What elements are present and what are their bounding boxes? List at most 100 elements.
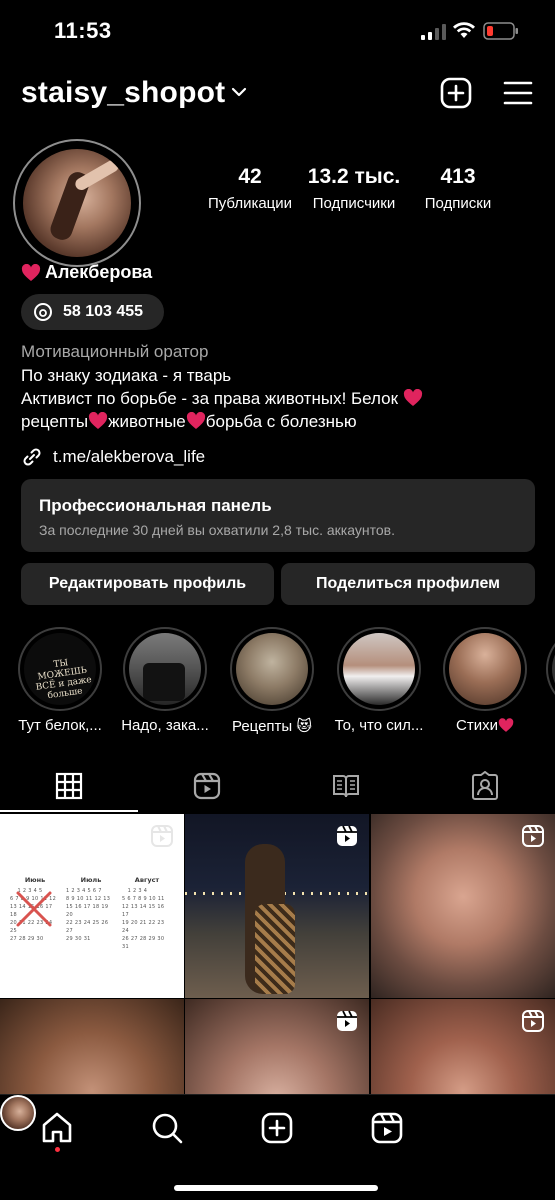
link-icon xyxy=(23,448,41,466)
highlight-caption-wrap: Стихи xyxy=(440,717,530,734)
story-highlight[interactable]: ТЫ МОЖЕШЬ ВСЁ и даже больше Тут белок,..… xyxy=(15,627,105,734)
reel-icon xyxy=(151,825,173,847)
grid-post[interactable] xyxy=(185,999,369,1094)
highlight-caption: То, что сил... xyxy=(334,717,424,734)
grid-post[interactable] xyxy=(0,999,184,1094)
avatar[interactable] xyxy=(23,149,131,257)
reels-icon[interactable] xyxy=(370,1111,404,1145)
bio-line-text: По знаку зодиака - я тварь xyxy=(21,366,232,385)
professional-dashboard[interactable]: Профессиональная панель За последние 30 … xyxy=(21,479,535,552)
grid-post[interactable] xyxy=(371,999,555,1094)
highlight-ring xyxy=(123,627,207,711)
heart-icon xyxy=(403,389,422,406)
battery-icon xyxy=(483,22,518,40)
heart-icon xyxy=(89,412,108,429)
status-time: 11:53 xyxy=(54,18,112,43)
heart-icon xyxy=(186,412,205,429)
link-text[interactable]: t.me/alekberova_life xyxy=(53,447,205,467)
story-highlight[interactable]: Рецепты 😻 xyxy=(227,627,317,735)
username[interactable]: staisy_shopot xyxy=(21,76,225,110)
highlight-caption: Стихи xyxy=(456,717,498,734)
highlight-ring xyxy=(337,627,421,711)
highlight-caption: Рецепты 😻 xyxy=(231,718,313,735)
profile-avatar-nav[interactable] xyxy=(0,1095,36,1131)
highlight-ring xyxy=(443,627,527,711)
highlight-cover-text: ТЫ МОЖЕШЬ ВСЁ и даже больше xyxy=(35,658,93,702)
highlight-ring xyxy=(230,627,314,711)
profile-tabs xyxy=(0,760,555,812)
bio-line-text: животные xyxy=(108,412,186,431)
bio-line-text: рецепты xyxy=(21,412,89,431)
highlight-caption: Надо, зака... xyxy=(121,717,209,734)
reel-icon xyxy=(522,1010,544,1032)
reel-icon xyxy=(337,1010,357,1031)
edit-profile-button[interactable]: Редактировать профиль xyxy=(21,563,274,605)
story-highlight[interactable]: Надо, зака... xyxy=(120,627,210,734)
new-post-icon[interactable] xyxy=(260,1111,294,1145)
wifi-icon xyxy=(453,22,475,38)
grid-post[interactable] xyxy=(371,814,555,998)
followers-label: Подписчики xyxy=(312,195,396,212)
calendar-month: Август xyxy=(134,876,160,884)
bio-line-text: Активист по борьбе - за права животных! … xyxy=(21,389,399,408)
search-icon[interactable] xyxy=(150,1111,184,1145)
profile-avatar-ring[interactable] xyxy=(13,139,141,267)
profile-link[interactable]: t.me/alekberova_life xyxy=(21,446,205,468)
highlight-cover: ТЫ МОЖЕШЬ ВСЁ и даже больше xyxy=(24,633,96,705)
threads-badge[interactable]: 58 103 455 xyxy=(21,294,164,330)
highlight-cover xyxy=(129,633,201,705)
posts-count: 42 xyxy=(238,165,262,188)
threads-icon xyxy=(34,303,52,321)
story-highlight[interactable] xyxy=(546,627,555,711)
posts-stat[interactable]: 42 Публикации xyxy=(198,165,302,212)
following-count: 413 xyxy=(440,165,476,188)
home-indicator xyxy=(174,1185,378,1191)
tagged-icon xyxy=(472,771,498,800)
calendar-month: Июнь xyxy=(24,876,46,884)
status-bar: 11:53 xyxy=(0,0,555,62)
threads-count: 58 103 455 xyxy=(63,303,144,320)
pro-panel-title: Профессиональная панель xyxy=(39,496,272,515)
highlight-cover xyxy=(236,633,308,705)
calendar-month: Июль xyxy=(80,876,102,884)
heart-icon xyxy=(21,263,41,281)
grid-icon xyxy=(55,772,83,800)
home-icon[interactable] xyxy=(40,1111,74,1145)
tab-tagged[interactable] xyxy=(416,760,554,812)
highlight-cover xyxy=(343,633,415,705)
bio-line: По знаку зодиака - я тварь xyxy=(21,366,231,386)
share-profile-button[interactable]: Поделиться профилем xyxy=(281,563,535,605)
following-label: Подписки xyxy=(424,195,492,212)
posts-grid: Июнь 1 2 3 4 56 7 8 9 10 11 1213 14 15 1… xyxy=(0,814,555,1094)
tab-guides[interactable] xyxy=(277,760,415,812)
posts-label: Публикации xyxy=(207,195,293,212)
highlight-cover xyxy=(449,633,521,705)
tab-posts-grid[interactable] xyxy=(0,760,138,812)
reel-icon xyxy=(522,825,544,847)
story-highlight[interactable]: То, что сил... xyxy=(334,627,424,734)
profile-category: Мотивационный оратор xyxy=(21,342,209,361)
highlight-ring xyxy=(546,627,555,711)
bottom-nav-bar xyxy=(0,1094,555,1200)
heart-icon xyxy=(498,718,514,732)
tab-reels[interactable] xyxy=(138,760,276,812)
following-stat[interactable]: 413 Подписки xyxy=(406,165,510,212)
grid-post[interactable] xyxy=(185,814,369,998)
reels-icon xyxy=(193,772,221,800)
menu-icon[interactable] xyxy=(503,80,533,106)
add-post-icon[interactable] xyxy=(440,77,472,109)
story-highlight[interactable]: Стихи xyxy=(440,627,530,734)
pro-panel-subtitle: За последние 30 дней вы охватили 2,8 тыс… xyxy=(39,522,395,538)
display-name: Алекберова xyxy=(21,262,152,283)
cross-mark-icon xyxy=(16,891,52,927)
followers-count: 13.2 тыс. xyxy=(307,165,401,188)
active-tab-indicator xyxy=(0,810,138,812)
bio-line: Активист по борьбе - за права животных! … xyxy=(21,389,423,409)
chevron-down-icon[interactable] xyxy=(231,86,247,98)
notification-dot xyxy=(55,1147,60,1152)
grid-post[interactable]: Июнь 1 2 3 4 56 7 8 9 10 11 1213 14 15 1… xyxy=(0,814,184,998)
followers-stat[interactable]: 13.2 тыс. Подписчики xyxy=(302,165,406,212)
highlight-caption: Тут белок,... xyxy=(18,717,102,734)
signal-icon xyxy=(421,24,446,40)
bio-line-text: борьба с болезнью xyxy=(205,412,357,431)
